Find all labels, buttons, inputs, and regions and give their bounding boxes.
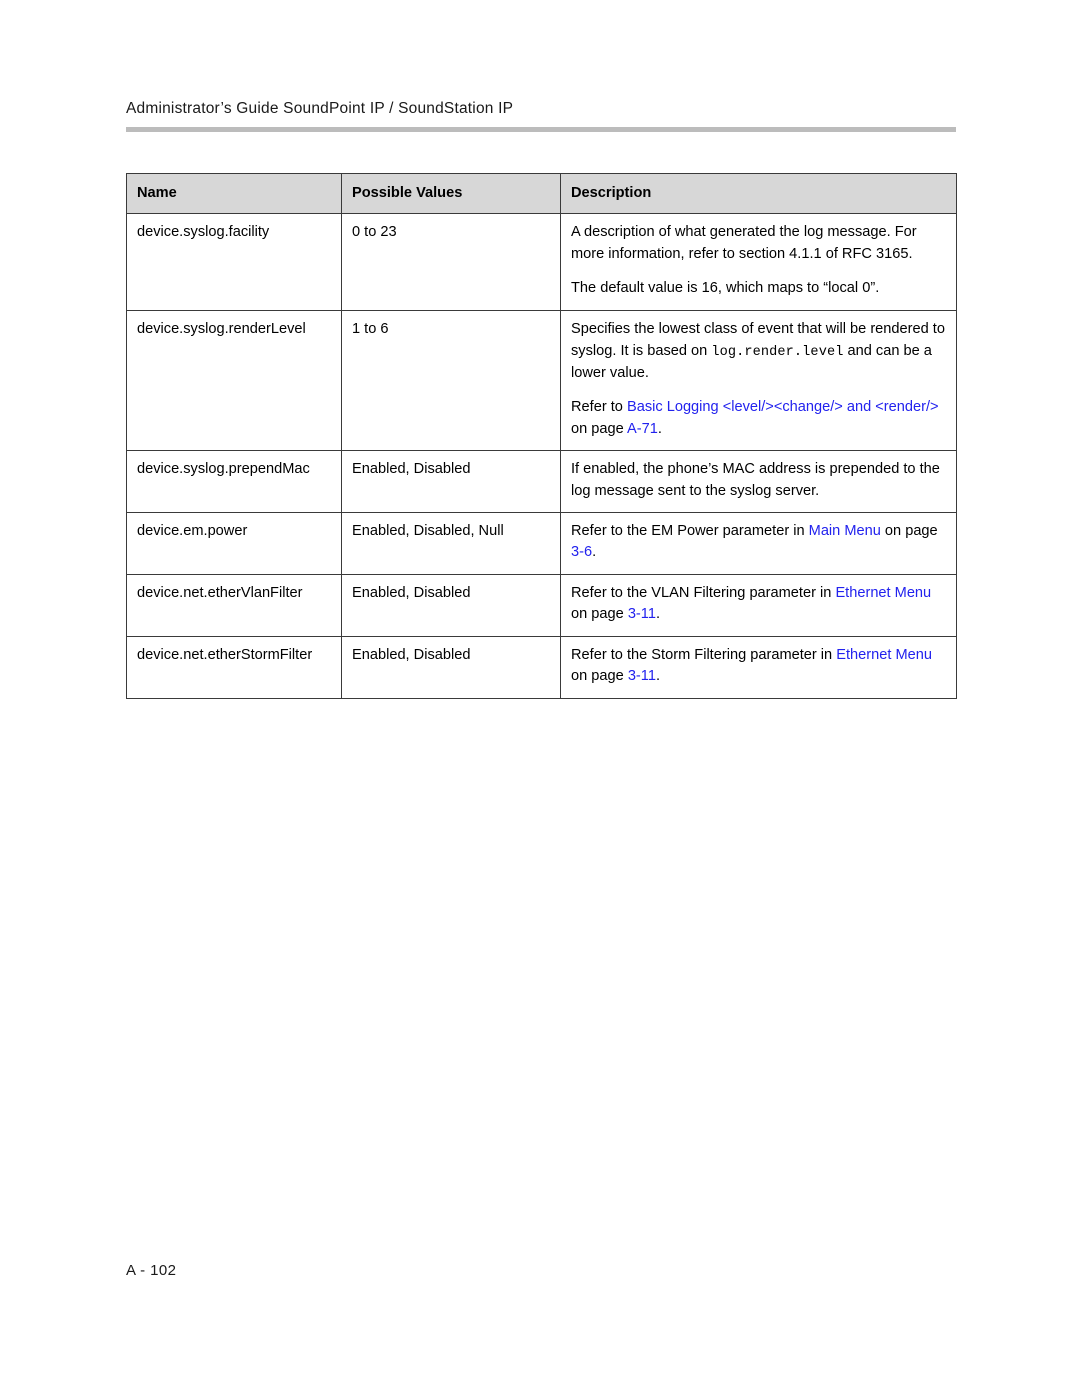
cross-reference-link[interactable]: Main Menu <box>809 523 881 539</box>
description-text: If enabled, the phone’s MAC address is p… <box>571 461 940 499</box>
description-cell: Refer to the VLAN Filtering parameter in… <box>560 573 957 637</box>
cross-reference-link[interactable]: 3-11 <box>628 668 656 684</box>
column-header-description: Description <box>560 172 957 215</box>
description-cell: If enabled, the phone’s MAC address is p… <box>560 450 957 514</box>
description-text: on page <box>880 523 938 540</box>
description-paragraph: Refer to the VLAN Filtering parameter in… <box>571 583 946 626</box>
parameter-name-cell: device.syslog.renderLevel <box>126 310 342 452</box>
description-text: . <box>657 420 662 437</box>
description-text: Refer to the EM Power parameter in <box>571 523 809 540</box>
description-text: . <box>655 668 661 685</box>
cross-reference-link[interactable]: Ethernet Menu <box>835 585 931 601</box>
cross-reference-link[interactable]: Ethernet Menu <box>836 647 932 663</box>
cross-reference-link[interactable]: Basic Logging <level/><change/> and <ren… <box>627 399 939 415</box>
parameter-name-cell: device.net.etherVlanFilter <box>126 573 342 637</box>
possible-values-cell: Enabled, Disabled <box>341 450 561 514</box>
description-text: on page <box>571 606 628 623</box>
description-paragraph: A description of what generated the log … <box>571 222 946 265</box>
description-cell: Refer to the EM Power parameter in Main … <box>560 512 957 575</box>
table-row: device.em.power Enabled, Disabled, Null Re… <box>126 512 957 575</box>
description-cell: Specifies the lowest class of event that… <box>560 310 957 452</box>
description-text: The default value is 16, which maps to “… <box>571 280 880 297</box>
description-text: . <box>592 544 597 561</box>
footer-page-number: A - 102 <box>126 1262 177 1279</box>
parameter-name-cell: device.syslog.facility <box>126 213 342 312</box>
cross-reference-link[interactable]: 3-6 <box>571 544 592 560</box>
description-text: . <box>655 606 661 623</box>
description-cell: A description of what generated the log … <box>560 213 957 312</box>
possible-values-cell: Enabled, Disabled <box>341 573 561 637</box>
description-text: Refer to the Storm Filtering parameter i… <box>571 646 837 663</box>
possible-values-cell: 0 to 23 <box>341 213 561 312</box>
parameter-name-cell: device.em.power <box>126 512 342 575</box>
document-page: Administrator’s Guide SoundPoint IP / So… <box>0 0 1080 1397</box>
header-rule <box>126 127 956 132</box>
table-row: device.syslog.prependMac Enabled, Disable… <box>126 450 957 514</box>
parameter-name-cell: device.syslog.prependMac <box>126 450 342 514</box>
description-paragraph: Refer to the EM Power parameter in Main … <box>571 521 946 564</box>
running-header: Administrator’s Guide SoundPoint IP / So… <box>126 100 514 117</box>
column-header-possible-values: Possible Values <box>341 172 561 215</box>
description-cell: Refer to the Storm Filtering parameter i… <box>560 635 957 699</box>
table-header: Name Possible Values Description <box>126 172 957 215</box>
table-row: device.net.etherStormFilter Enabled, Disa… <box>126 635 957 699</box>
table-header-row: Name Possible Values Description <box>126 172 957 215</box>
cross-reference-link[interactable]: 3-11 <box>628 606 656 622</box>
possible-values-cell: 1 to 6 <box>341 310 561 452</box>
description-paragraph: Specifies the lowest class of event that… <box>571 319 946 384</box>
description-text: on page <box>571 420 628 437</box>
description-text: A description of what generated the log … <box>571 224 917 262</box>
table-body: device.syslog.facility 0 to 23 A descripti… <box>126 213 957 699</box>
table-row: device.syslog.facility 0 to 23 A descripti… <box>126 213 957 312</box>
description-paragraph: The default value is 16, which maps to “… <box>571 278 946 299</box>
description-text: Refer to the VLAN Filtering parameter in <box>571 584 836 601</box>
cross-reference-link[interactable]: A-71 <box>627 421 658 437</box>
description-paragraph: Refer to the Storm Filtering parameter i… <box>571 645 946 688</box>
code-literal: log.render.level <box>711 344 844 360</box>
description-paragraph: If enabled, the phone’s MAC address is p… <box>571 459 946 502</box>
configuration-parameter-table: Name Possible Values Description device.… <box>126 172 957 699</box>
column-header-name: Name <box>126 172 342 215</box>
description-text: on page <box>571 668 628 685</box>
description-paragraph: Refer to Basic Logging <level/><change/>… <box>571 397 946 440</box>
description-text: Refer to <box>571 399 627 416</box>
table-row: device.syslog.renderLevel 1 to 6 Specifies… <box>126 310 957 452</box>
possible-values-cell: Enabled, Disabled, Null <box>341 512 561 575</box>
possible-values-cell: Enabled, Disabled <box>341 635 561 699</box>
table-row: device.net.etherVlanFilter Enabled, Disab… <box>126 573 957 637</box>
parameter-name-cell: device.net.etherStormFilter <box>126 635 342 699</box>
